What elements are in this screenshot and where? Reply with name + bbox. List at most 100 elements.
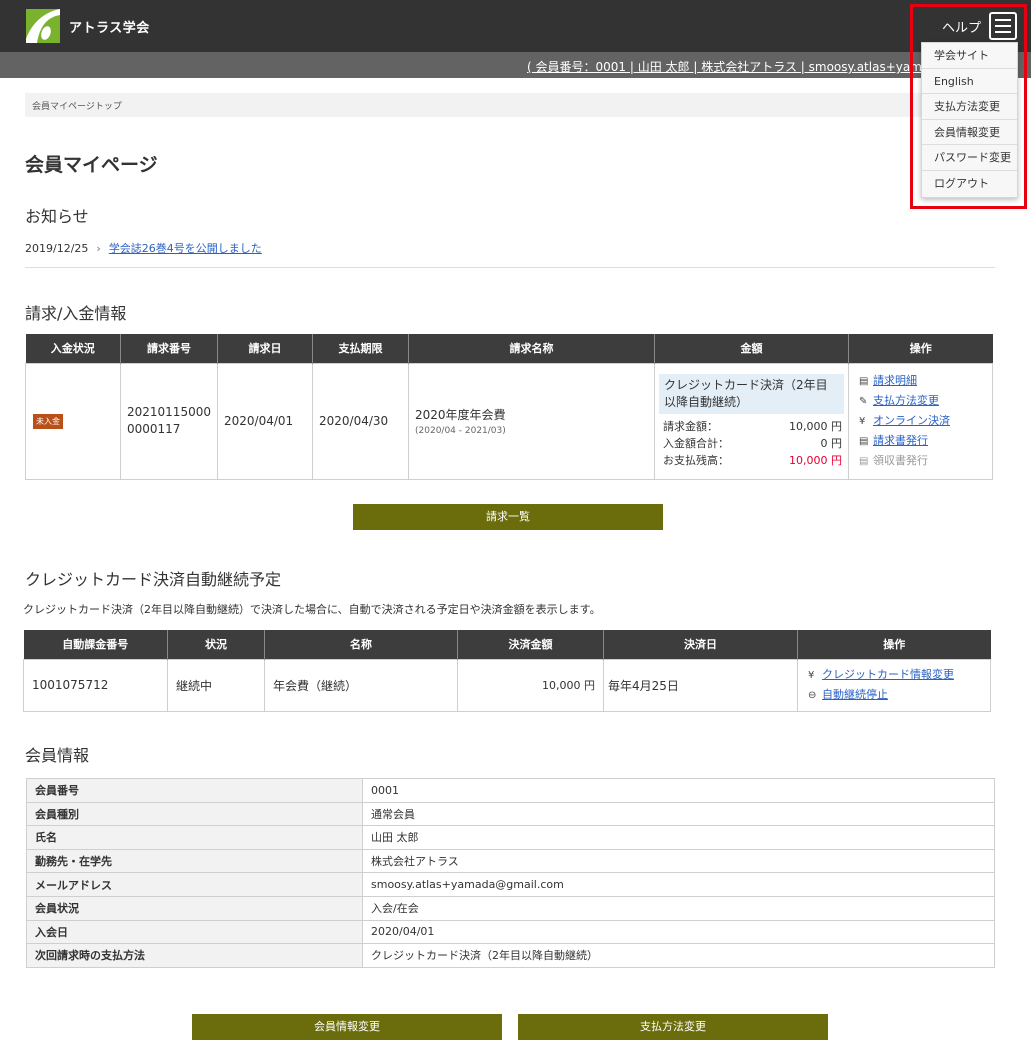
yen-icon: ¥ <box>859 416 866 427</box>
page-title: 会員マイページ <box>25 154 158 176</box>
op-stop-renewal[interactable]: 自動継続停止 <box>822 688 888 701</box>
amount-label: 請求金額： <box>663 419 718 433</box>
col-header: 支払期限 <box>312 334 409 363</box>
table-row: 入会日 2020/04/01 <box>26 919 995 945</box>
help-link[interactable]: ヘルプ <box>942 17 981 36</box>
amount-value: 10,000 円 <box>789 419 842 433</box>
auto-status: 継続中 <box>167 658 265 712</box>
invoice-number: 202101150000000117 <box>120 362 218 480</box>
auto-renewal-table: 自動課金番号 状況 名称 決済金額 決済日 操作 1001075712 継続中 … <box>23 630 991 712</box>
col-header: 状況 <box>167 630 265 659</box>
col-header: 請求番号 <box>120 334 218 363</box>
op-online-payment[interactable]: オンライン決済 <box>873 414 950 427</box>
balance-value: 10,000 円 <box>789 453 842 467</box>
col-header: 請求日 <box>217 334 313 363</box>
op-invoice-detail[interactable]: 請求明細 <box>873 374 917 387</box>
balance-label: お支払残高： <box>663 453 729 467</box>
news-heading: お知らせ <box>25 207 89 226</box>
menu-item-english[interactable]: English <box>922 69 1017 95</box>
payment-method-label: クレジットカード決済（2年目以降自動継続） <box>659 373 844 414</box>
news-date: 2019/12/25 <box>25 242 89 255</box>
member-value: 入会/在会 <box>362 895 995 921</box>
member-key: 次回請求時の支払方法 <box>26 943 363 968</box>
member-key: 会員種別 <box>26 801 363 827</box>
member-key: 入会日 <box>26 919 363 945</box>
top-header: アトラス学会 ヘルプ <box>0 0 1031 52</box>
news-link[interactable]: 学会誌26巻4号を公開しました <box>109 242 262 255</box>
yen-icon: ¥ <box>808 670 815 681</box>
user-info-bar: ( 会員番号：0001 | 山田 太郎 | 株式会社アトラス | smoosy.… <box>0 52 1031 78</box>
breadcrumb[interactable]: 会員マイページトップ <box>25 93 995 117</box>
document-icon: ▤ <box>859 376 869 387</box>
table-row: 勤務先・在学先 株式会社アトラス <box>26 848 995 874</box>
member-value: 山田 太郎 <box>362 825 995 850</box>
op-change-card[interactable]: クレジットカード情報変更 <box>822 668 954 681</box>
auto-name: 年会費（継続） <box>264 658 458 712</box>
menu-item-society-site[interactable]: 学会サイト <box>922 43 1017 69</box>
table-row: 会員状況 入会/在会 <box>26 895 995 921</box>
auto-heading: クレジットカード決済自動継続予定 <box>25 570 282 589</box>
col-header: 名称 <box>264 630 458 659</box>
op-change-payment[interactable]: 支払方法変更 <box>873 394 939 407</box>
member-key: 勤務先・在学先 <box>26 848 363 874</box>
change-payment-method-button[interactable]: 支払方法変更 <box>518 1014 828 1040</box>
table-row: メールアドレス smoosy.atlas+yamada@gmail.com <box>26 872 995 897</box>
member-info-table: 会員番号 0001 会員種別 通常会員 氏名 山田 太郎 勤務先・在学先 株式会社アトラ… <box>26 778 995 968</box>
op-issue-receipt: 領収書発行 <box>873 454 928 467</box>
menu-item-logout[interactable]: ログアウト <box>922 171 1017 197</box>
divider <box>25 267 995 268</box>
auto-amount: 10,000 円 <box>457 658 604 712</box>
auto-date: 毎年4月25日 <box>603 658 798 712</box>
menu-item-payment-method[interactable]: 支払方法変更 <box>922 94 1017 120</box>
member-value: 通常会員 <box>362 801 995 827</box>
table-row: 氏名 山田 太郎 <box>26 825 995 850</box>
news-separator: › <box>96 242 101 255</box>
col-header: 入金状況 <box>25 334 121 363</box>
hamburger-menu-icon[interactable] <box>989 12 1017 40</box>
col-header: 決済日 <box>603 630 798 659</box>
member-key: メールアドレス <box>26 872 363 897</box>
table-row: 会員種別 通常会員 <box>26 801 995 827</box>
table-row: 1001075712 継続中 年会費（継続） 10,000 円 毎年4月25日 … <box>23 658 991 712</box>
logo-text[interactable]: アトラス学会 <box>69 17 150 36</box>
table-row: 未入金 202101150000000117 2020/04/01 2020/0… <box>25 362 993 480</box>
billing-heading: 請求/入金情報 <box>25 304 127 323</box>
hamburger-dropdown-menu: 学会サイト English 支払方法変更 会員情報変更 パスワード変更 ログアウ… <box>921 42 1018 198</box>
table-row: 次回請求時の支払方法 クレジットカード決済（2年目以降自動継続） <box>26 943 995 968</box>
col-header: 決済金額 <box>457 630 604 659</box>
paid-label: 入金額合計： <box>663 436 729 450</box>
billing-table: 入金状況 請求番号 請求日 支払期限 請求名称 金額 操作 未入金 202101… <box>25 334 993 480</box>
member-key: 氏名 <box>26 825 363 850</box>
col-header: 自動課金番号 <box>23 630 168 659</box>
menu-item-member-info[interactable]: 会員情報変更 <box>922 120 1017 146</box>
member-value: 2020/04/01 <box>362 919 995 945</box>
member-value: 株式会社アトラス <box>362 848 995 874</box>
paid-value: 0 円 <box>820 436 843 450</box>
member-value: クレジットカード決済（2年目以降自動継続） <box>362 943 995 968</box>
document-icon: ▤ <box>859 456 869 467</box>
status-badge: 未入金 <box>33 414 63 429</box>
member-value: 0001 <box>362 778 995 803</box>
invoice-name: 2020年度年会費 <box>415 408 506 422</box>
auto-number: 1001075712 <box>23 658 168 712</box>
invoice-date: 2020/04/01 <box>217 362 313 480</box>
col-header: 金額 <box>654 334 849 363</box>
edit-member-info-button[interactable]: 会員情報変更 <box>192 1014 502 1040</box>
invoice-list-button[interactable]: 請求一覧 <box>353 504 663 530</box>
member-value: smoosy.atlas+yamada@gmail.com <box>362 872 995 897</box>
member-key: 会員状況 <box>26 895 363 921</box>
auto-description: クレジットカード決済（2年目以降自動継続）で決済した場合に、自動で決済される予定… <box>23 603 601 616</box>
table-row: 会員番号 0001 <box>26 778 995 803</box>
invoice-period: (2020/04 - 2021/03) <box>415 426 506 436</box>
menu-item-password[interactable]: パスワード変更 <box>922 145 1017 171</box>
user-info-link[interactable]: ( 会員番号：0001 | 山田 太郎 | 株式会社アトラス | smoosy.… <box>527 58 944 75</box>
member-key: 会員番号 <box>26 778 363 803</box>
logo-icon[interactable] <box>26 9 60 43</box>
news-item: 2019/12/25 › 学会誌26巻4号を公開しました <box>25 240 262 256</box>
col-header: 操作 <box>848 334 993 363</box>
pencil-icon: ✎ <box>859 396 868 407</box>
due-date: 2020/04/30 <box>312 362 409 480</box>
col-header: 操作 <box>797 630 991 659</box>
document-icon: ▤ <box>859 436 869 447</box>
op-issue-invoice[interactable]: 請求書発行 <box>873 434 928 447</box>
